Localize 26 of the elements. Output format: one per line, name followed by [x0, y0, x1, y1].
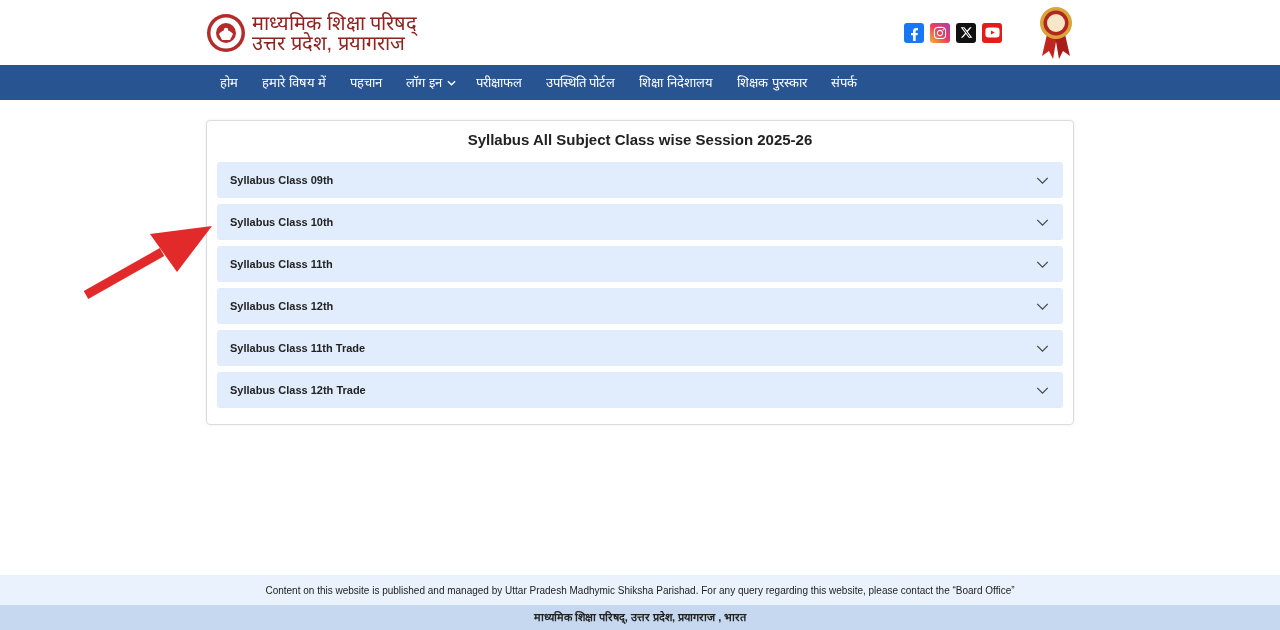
accordion-header[interactable]: Syllabus Class 12th Trade: [217, 372, 1063, 408]
footer-address: माध्यमिक शिक्षा परिषद्, उत्तर प्रदेश, प्रयागराज , भारत: [533, 610, 747, 626]
x-logo-icon[interactable]: [956, 22, 976, 43]
circular-seal-icon: [206, 12, 246, 53]
accordion-header[interactable]: Syllabus Class 11th Trade: [217, 330, 1063, 366]
nav-link[interactable]: संपर्क: [820, 65, 867, 100]
award-rosette-icon: [1038, 5, 1074, 60]
nav-link[interactable]: परीक्षाफल: [465, 65, 532, 100]
nav-link[interactable]: शिक्षा निदेशालय: [629, 65, 724, 100]
nav-link[interactable]: पहचान: [340, 65, 393, 100]
syllabus-title: Syllabus All Subject Class wise Session 2025-26: [466, 130, 814, 150]
caret-icon: [446, 79, 456, 86]
logo-subtitle: उत्तर प्रदेश, प्रयागराज: [252, 32, 405, 53]
youtube-icon[interactable]: [982, 22, 1002, 43]
accordion-header[interactable]: Syllabus Class 10th: [217, 204, 1063, 240]
facebook-icon[interactable]: [904, 22, 924, 43]
accordion-header[interactable]: Syllabus Class 11th: [217, 246, 1063, 282]
nav-menu[interactable]: लॉग इन: [396, 65, 466, 100]
nav-link[interactable]: होम: [210, 65, 248, 100]
nav-link[interactable]: शिक्षक पुरस्कार: [727, 65, 817, 100]
nav-link[interactable]: उपस्थिति पोर्टल: [535, 65, 626, 100]
accordion-header[interactable]: Syllabus Class 12th: [217, 288, 1063, 324]
instagram-icon[interactable]: [930, 22, 950, 43]
footer-notice: Content on this website is published and managed by Uttar Pradesh Madhymic Shiksha Parishad. For any query regarding this website, please contact the “Board Office”: [265, 583, 1015, 598]
accordion-header[interactable]: Syllabus Class 09th: [217, 162, 1063, 198]
nav-link[interactable]: हमारे विषय में: [252, 65, 337, 100]
